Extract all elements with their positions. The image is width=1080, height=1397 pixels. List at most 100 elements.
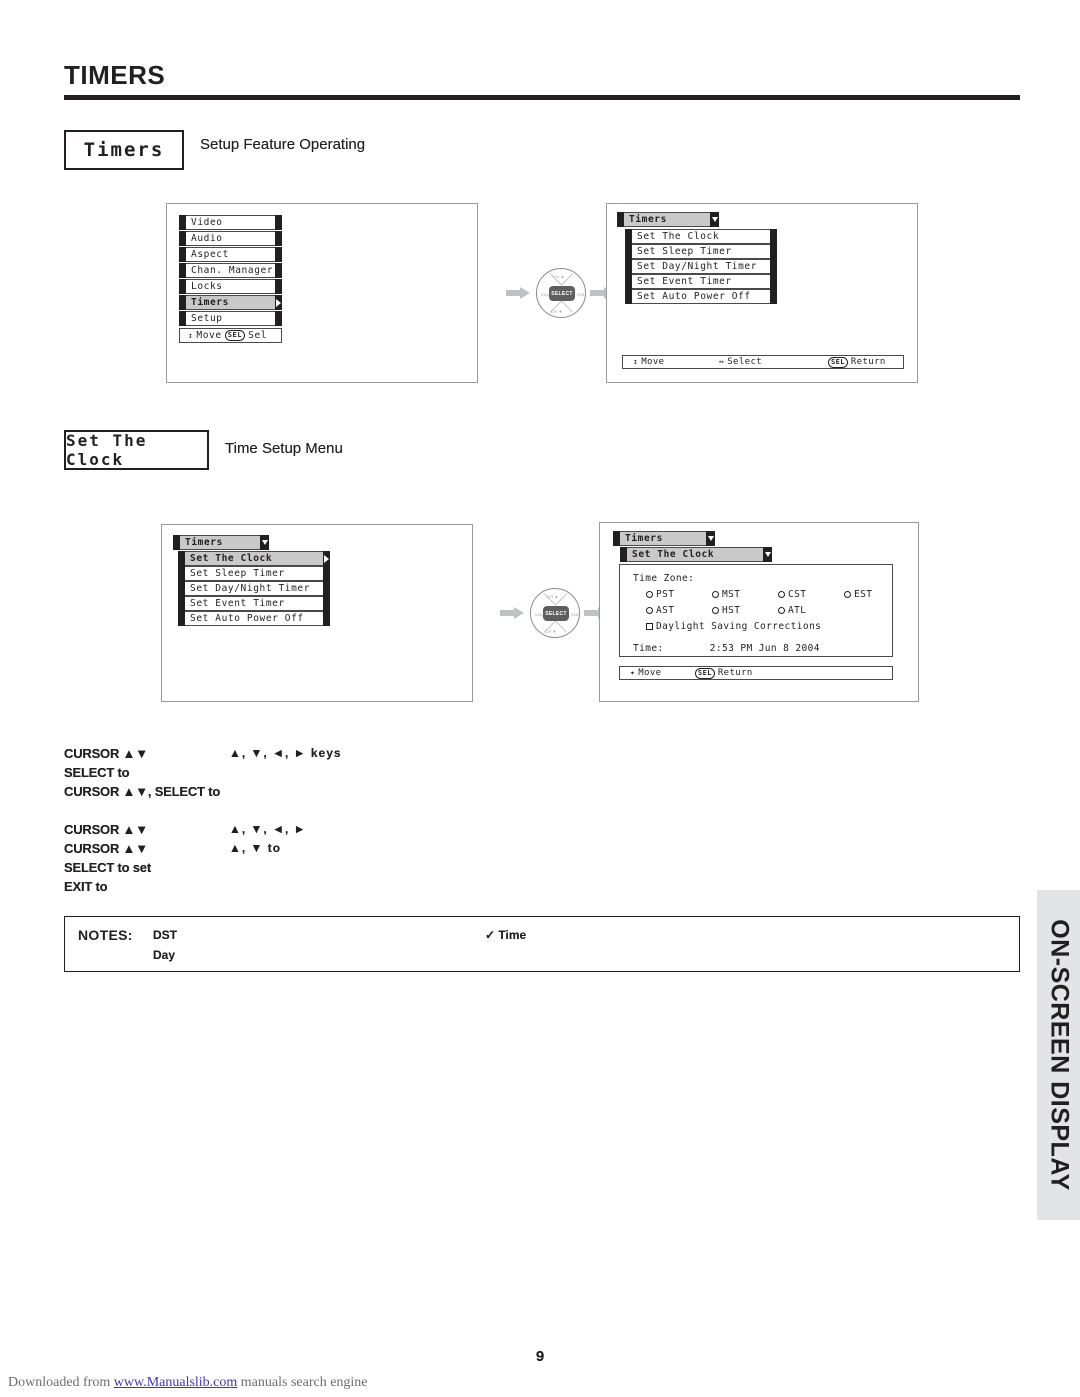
menu-item-set-auto-power-off[interactable]: Set Auto Power Off — [625, 289, 777, 304]
menu-item-set-the-clock[interactable]: Set The Clock — [178, 551, 330, 566]
menu-item-video[interactable]: Video — [179, 215, 282, 230]
osd-main-menu-screen: Video Audio Aspect Chan. Manager Locks T… — [166, 203, 478, 383]
row-cap-left — [179, 263, 186, 278]
instruction-left: CURSOR ▲▼ CURSOR ▲▼ — [64, 746, 148, 761]
radio-label: CST — [788, 589, 807, 600]
row-cap-left — [625, 259, 632, 274]
menu-item-timers[interactable]: Timers — [179, 295, 282, 310]
select-button[interactable]: SELECT — [549, 286, 575, 301]
menu-item-setup[interactable]: Setup — [179, 311, 282, 326]
dpad-graphic[interactable]: CH ▲ CH ▼ VOL VOL SELECT — [530, 588, 580, 638]
instruction-left: EXIT to EXIT to — [64, 879, 108, 894]
menu-item-aspect[interactable]: Aspect — [179, 247, 282, 262]
menu-item-label: Aspect — [186, 247, 275, 262]
chevron-right-icon — [275, 295, 282, 310]
menu-item-set-event-timer[interactable]: Set Event Timer — [178, 596, 330, 611]
menu-item-label: Set Event Timer — [632, 274, 770, 289]
page-number: 99 — [535, 1348, 545, 1365]
osd-timers-menu-screen-selected: Timers Set The Clock Set Sleep Timer Set… — [161, 524, 473, 702]
row-cap-left — [625, 244, 632, 259]
row-cap-right — [275, 263, 282, 278]
dpad-up-label: CH ▲ — [547, 594, 559, 599]
title-divider — [64, 95, 1020, 100]
osd-header-timers[interactable]: Timers — [613, 531, 715, 546]
select-button[interactable]: SELECT — [543, 606, 569, 621]
menu-item-label: Locks — [186, 279, 275, 294]
osd-subheader-label: Set The Clock — [627, 547, 763, 562]
row-cap-left — [625, 229, 632, 244]
time-zone-options-row-2: AST HST ATL — [646, 605, 844, 616]
radio-option-mst[interactable]: MST — [712, 589, 778, 600]
time-zone-panel: Time Zone: PST MST CST EST AST HST ATL D… — [619, 564, 893, 657]
instruction-right: ▲, ▼, ◄, ► ▲, ▼, ◄, ► — [229, 822, 307, 836]
row-cap-left — [625, 289, 632, 304]
radio-option-cst[interactable]: CST — [778, 589, 844, 600]
row-cap-left — [178, 551, 185, 566]
menu-item-set-sleep-timer[interactable]: Set Sleep Timer — [178, 566, 330, 581]
row-cap-left — [178, 596, 185, 611]
menu-item-set-event-timer[interactable]: Set Event Timer — [625, 274, 777, 289]
row-cap-left — [179, 279, 186, 294]
note-text-right: ✓ Time ✓ Time — [485, 928, 527, 942]
section-chip-timers: Timers — [64, 130, 184, 170]
menu-item-chan-manager[interactable]: Chan. Manager — [179, 263, 282, 278]
radio-option-est[interactable]: EST — [844, 589, 910, 600]
dpad-down-label: CH ▼ — [545, 629, 557, 634]
return-label: Return — [850, 357, 886, 367]
select-button-diagram-1: CH ▲ CH ▼ VOL VOL SELECT — [506, 268, 616, 318]
instruction-left: SELECT to SELECT to — [64, 765, 130, 780]
daylight-saving-checkbox-row[interactable]: Daylight Saving Corrections — [646, 621, 821, 632]
radio-option-ast[interactable]: AST — [646, 605, 712, 616]
radio-icon — [844, 591, 851, 598]
row-cap-right — [770, 259, 777, 274]
menu-item-label: Setup — [186, 311, 275, 326]
row-cap-right — [770, 229, 777, 244]
radio-label: ATL — [788, 605, 807, 616]
menu-item-audio[interactable]: Audio — [179, 231, 282, 246]
dpad-graphic[interactable]: CH ▲ CH ▼ VOL VOL SELECT — [536, 268, 586, 318]
row-cap-left — [179, 231, 186, 246]
chevron-down-icon — [763, 547, 772, 562]
osd-header-timers[interactable]: Timers — [173, 535, 269, 550]
radio-option-pst[interactable]: PST — [646, 589, 712, 600]
osd-help-bar: ✦ Move SEL Return — [619, 666, 893, 680]
left-right-arrow-icon: ↔ — [719, 357, 725, 366]
menu-item-label: Set Auto Power Off — [632, 289, 770, 304]
menu-item-set-day-night-timer[interactable]: Set Day/Night Timer — [178, 581, 330, 596]
row-cap-left — [617, 212, 624, 227]
row-cap-left — [625, 274, 632, 289]
menu-item-label: Set Day/Night Timer — [185, 581, 323, 596]
row-cap-left — [179, 311, 186, 326]
notes-label: NOTES: — [78, 927, 133, 943]
radio-icon — [646, 591, 653, 598]
menu-item-set-day-night-timer[interactable]: Set Day/Night Timer — [625, 259, 777, 274]
radio-option-atl[interactable]: ATL — [778, 605, 844, 616]
row-cap-right — [770, 289, 777, 304]
return-label: Return — [717, 668, 753, 678]
move-label: Move — [196, 330, 222, 341]
menu-item-locks[interactable]: Locks — [179, 279, 282, 294]
menu-item-label: Set Auto Power Off — [185, 611, 323, 626]
radio-icon — [712, 591, 719, 598]
time-value-row: Time: 2:53 PM Jun 8 2004 — [633, 643, 820, 654]
time-zone-options-row-1: PST MST CST EST — [646, 589, 910, 600]
row-cap-left — [178, 581, 185, 596]
radio-label: PST — [656, 589, 675, 600]
chevron-right-icon — [323, 551, 330, 566]
menu-item-label: Set Sleep Timer — [185, 566, 323, 581]
row-cap-right — [275, 311, 282, 326]
osd-header-timers[interactable]: Timers — [617, 212, 719, 227]
time-value[interactable]: 2:53 PM Jun 8 2004 — [710, 643, 820, 654]
radio-icon — [778, 607, 785, 614]
menu-item-set-auto-power-off[interactable]: Set Auto Power Off — [178, 611, 330, 626]
manualslib-link[interactable]: www.Manualslib.com — [114, 1375, 238, 1390]
row-cap-right — [323, 596, 330, 611]
instruction-left: CURSOR ▲▼ CURSOR ▲▼ — [64, 822, 148, 837]
menu-item-set-the-clock[interactable]: Set The Clock — [625, 229, 777, 244]
move-label: Move — [641, 357, 665, 367]
radio-option-hst[interactable]: HST — [712, 605, 778, 616]
menu-item-set-sleep-timer[interactable]: Set Sleep Timer — [625, 244, 777, 259]
osd-subheader-set-the-clock[interactable]: Set The Clock — [620, 547, 772, 562]
row-cap-left — [178, 611, 185, 626]
arrow-right-icon — [500, 607, 526, 619]
